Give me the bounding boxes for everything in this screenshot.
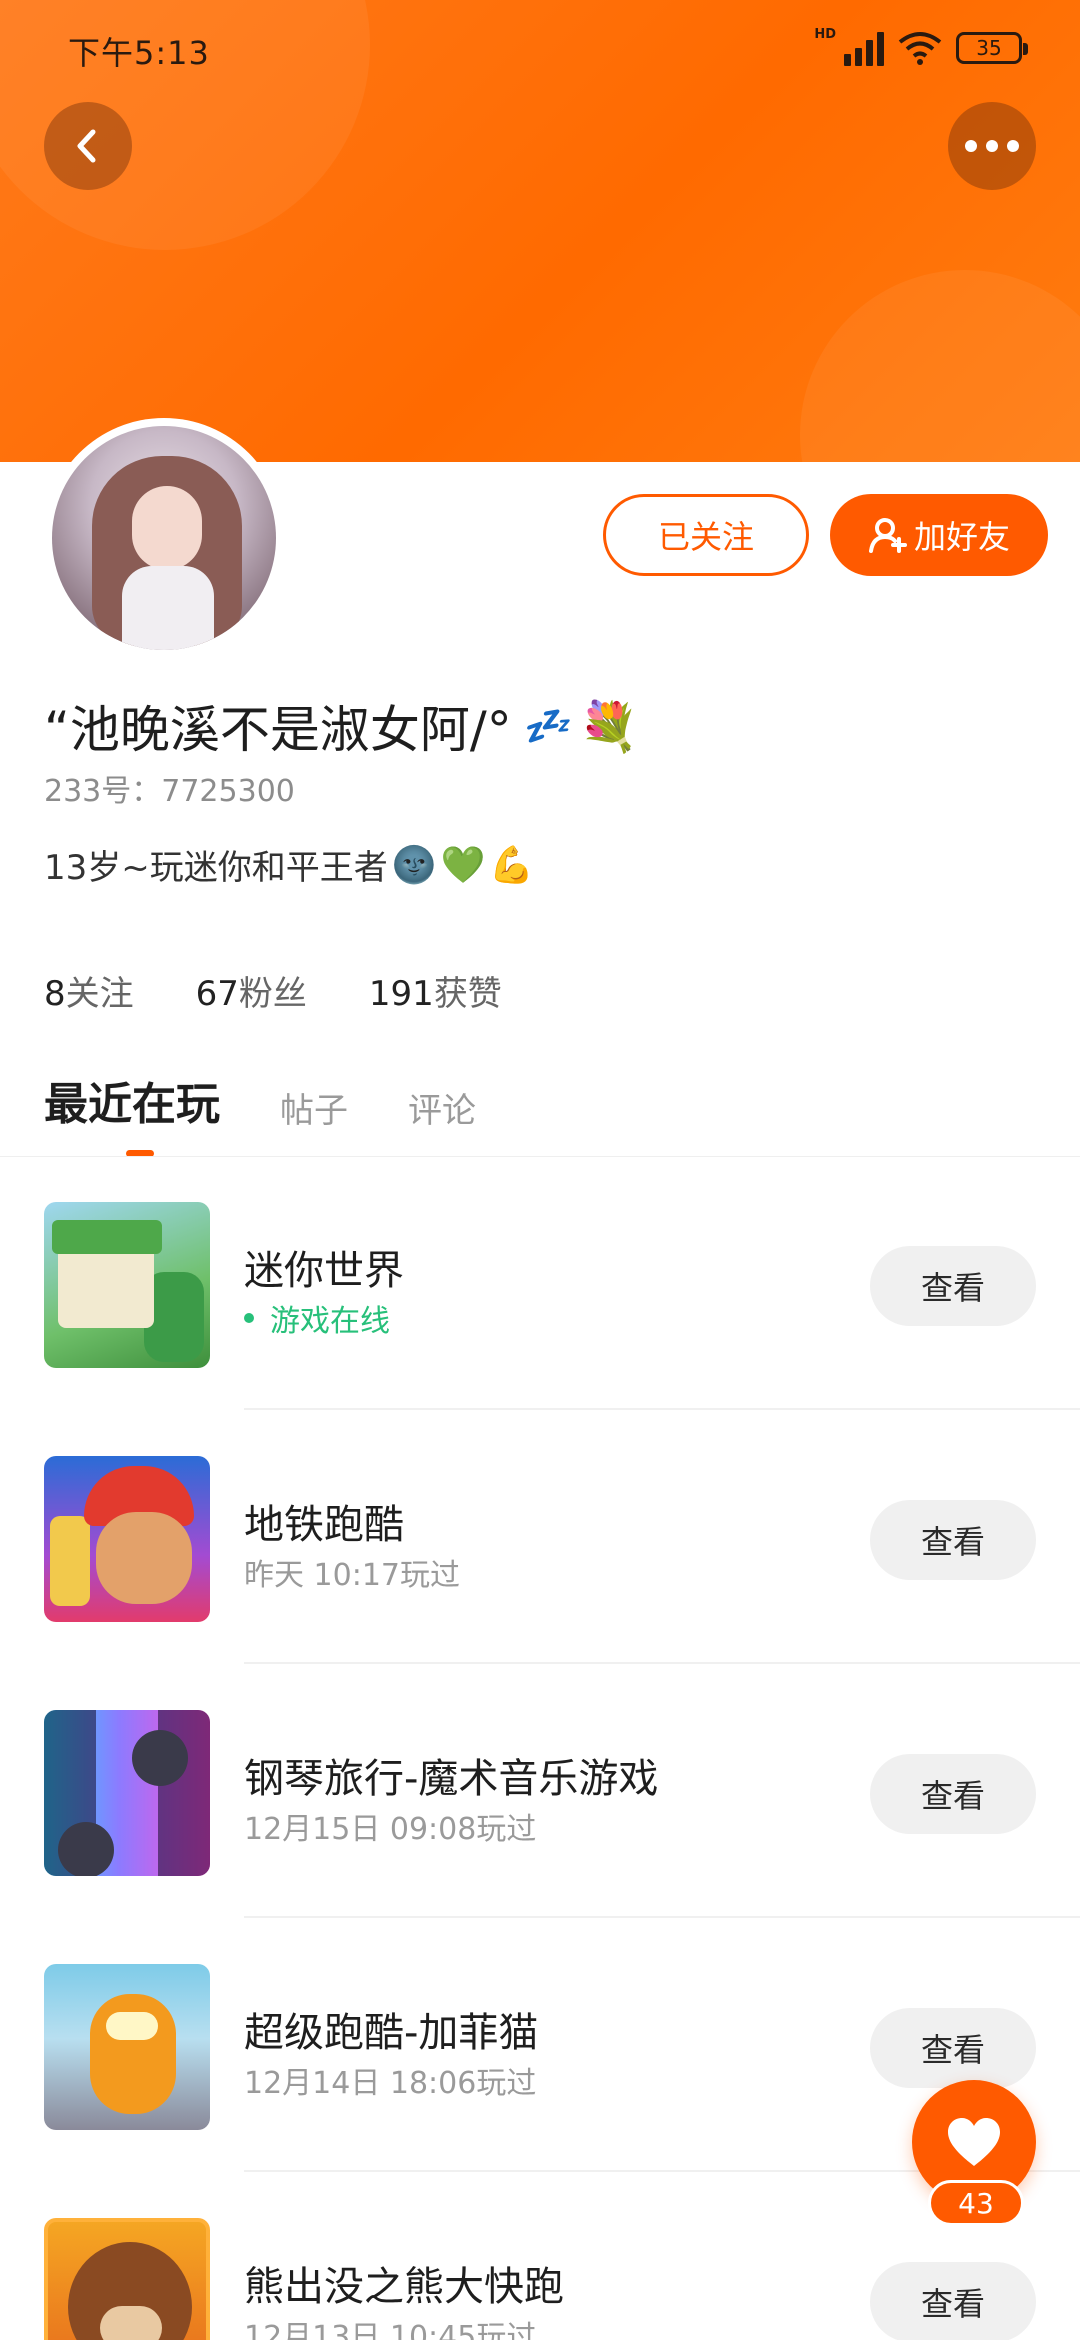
status-bar: 下午5:13 HD 35 [0, 0, 1080, 96]
profile-tabs: 最近在玩 帖子 评论 [44, 1068, 476, 1132]
game-icon-boonie-bears [44, 2218, 210, 2340]
stat-likes[interactable]: 191获赞 [369, 966, 502, 1015]
status-time: 下午5:13 [68, 34, 210, 72]
battery-icon: 35 [956, 32, 1028, 64]
chevron-left-icon [77, 129, 96, 163]
game-last-played: 12月15日 09:08玩过 [244, 1812, 537, 1847]
user-id: 233号：7725300 [44, 774, 295, 809]
network-hd-label: HD [814, 26, 836, 42]
like-count-badge: 43 [928, 2180, 1024, 2226]
online-dot-icon [244, 1313, 254, 1323]
following-button[interactable]: 已关注 [603, 494, 809, 576]
game-name: 熊出没之熊大快跑 [244, 2264, 564, 2310]
list-item[interactable]: 地铁跑酷 昨天 10:17玩过 查看 [0, 1410, 1080, 1664]
game-last-played: 昨天 10:17玩过 [244, 1558, 460, 1593]
stat-following[interactable]: 8关注 [44, 966, 134, 1015]
game-icon-piano-tiles [44, 1710, 210, 1876]
game-status: 游戏在线 [244, 1296, 390, 1340]
avatar-image [52, 426, 276, 650]
game-icon-mini-world [44, 1202, 210, 1368]
wifi-icon [898, 32, 942, 65]
list-item[interactable]: 钢琴旅行-魔术音乐游戏 12月15日 09:08玩过 查看 [0, 1664, 1080, 1918]
game-icon-garfield [44, 1964, 210, 2130]
game-name: 超级跑酷-加菲猫 [244, 2010, 539, 2056]
green-heart-emoji: 💚 [440, 844, 486, 886]
game-name: 地铁跑酷 [244, 1502, 404, 1548]
avatar[interactable] [44, 418, 284, 658]
list-item[interactable]: 熊出没之熊大快跑 12月13日 10:45玩过 查看 [0, 2172, 1080, 2340]
battery-level: 35 [976, 36, 1002, 60]
list-item[interactable]: 迷你世界 游戏在线 查看 [0, 1156, 1080, 1410]
nickname-text: “池晚溪不是淑女阿/° [44, 701, 512, 759]
bouquet-emoji: 💐 [579, 698, 639, 755]
stat-followers[interactable]: 67粉丝 [196, 966, 307, 1015]
add-friend-button[interactable]: 加好友 [830, 494, 1048, 576]
back-button[interactable] [44, 102, 132, 190]
add-user-icon [868, 518, 907, 553]
muscle-emoji: 💪 [489, 844, 535, 886]
heart-icon [948, 2118, 1000, 2166]
game-last-played: 12月13日 10:45玩过 [244, 2320, 537, 2340]
bio-text: 13岁~玩迷你和平王者 [44, 848, 388, 888]
signal-icon [844, 30, 884, 66]
moon-emoji: 🌚 [391, 844, 437, 886]
tab-recent-games[interactable]: 最近在玩 [44, 1068, 220, 1132]
game-name: 钢琴旅行-魔术音乐游戏 [244, 1756, 659, 1802]
view-button[interactable]: 查看 [870, 2008, 1036, 2088]
profile-stats: 8关注 67粉丝 191获赞 [44, 966, 502, 1015]
status-icons: HD 35 [814, 26, 1028, 66]
view-button[interactable]: 查看 [870, 2262, 1036, 2340]
add-friend-label: 加好友 [913, 518, 1010, 556]
game-icon-subway-surfers [44, 1456, 210, 1622]
game-last-played: 12月14日 18:06玩过 [244, 2066, 537, 2101]
header-decoration [800, 270, 1080, 462]
game-name: 迷你世界 [244, 1248, 404, 1294]
more-dots-icon [965, 140, 1019, 152]
view-button[interactable]: 查看 [870, 1500, 1036, 1580]
more-button[interactable] [948, 102, 1036, 190]
tab-comments[interactable]: 评论 [408, 1083, 476, 1132]
zzz-emoji: 💤 [521, 703, 570, 748]
view-button[interactable]: 查看 [870, 1246, 1036, 1326]
view-button[interactable]: 查看 [870, 1754, 1036, 1834]
tab-posts[interactable]: 帖子 [280, 1083, 348, 1132]
profile-nickname: “池晚溪不是淑女阿/° 💤 💐 [44, 690, 639, 762]
profile-bio: 13岁~玩迷你和平王者 🌚 💚 💪 [44, 840, 534, 889]
